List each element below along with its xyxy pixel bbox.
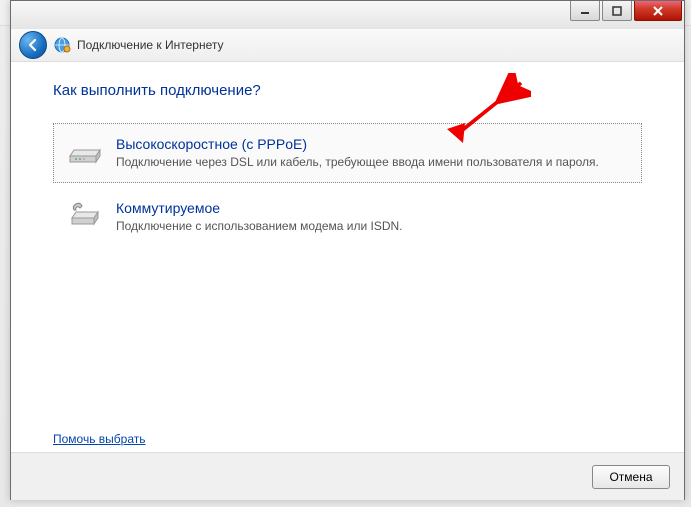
help-link[interactable]: Помочь выбрать (53, 432, 146, 446)
option-pppoe[interactable]: Высокоскоростное (с PPPoE) Подключение ч… (53, 123, 642, 183)
option-title: Коммутируемое (116, 200, 403, 216)
option-title: Высокоскоростное (с PPPoE) (116, 136, 599, 152)
page-heading: Как выполнить подключение? (53, 82, 642, 99)
minimize-button[interactable] (570, 1, 600, 21)
modem-icon (68, 136, 102, 168)
back-button[interactable] (19, 31, 47, 59)
close-button[interactable] (634, 1, 682, 21)
phone-modem-icon (68, 200, 102, 232)
titlebar (11, 1, 684, 29)
content-area: Как выполнить подключение? Высокоскорост… (11, 62, 684, 452)
option-description: Подключение через DSL или кабель, требую… (116, 154, 599, 170)
globe-icon (53, 36, 71, 54)
option-text: Высокоскоростное (с PPPoE) Подключение ч… (116, 136, 599, 170)
footer: Отмена (11, 452, 684, 500)
wizard-window: Подключение к Интернету Как выполнить по… (10, 0, 685, 500)
option-description: Подключение с использованием модема или … (116, 218, 403, 234)
option-text: Коммутируемое Подключение с использовани… (116, 200, 403, 234)
option-dialup[interactable]: Коммутируемое Подключение с использовани… (53, 187, 642, 247)
cancel-button[interactable]: Отмена (592, 465, 670, 489)
maximize-button[interactable] (602, 1, 632, 21)
header-title: Подключение к Интернету (77, 38, 224, 52)
header-bar: Подключение к Интернету (11, 29, 684, 62)
